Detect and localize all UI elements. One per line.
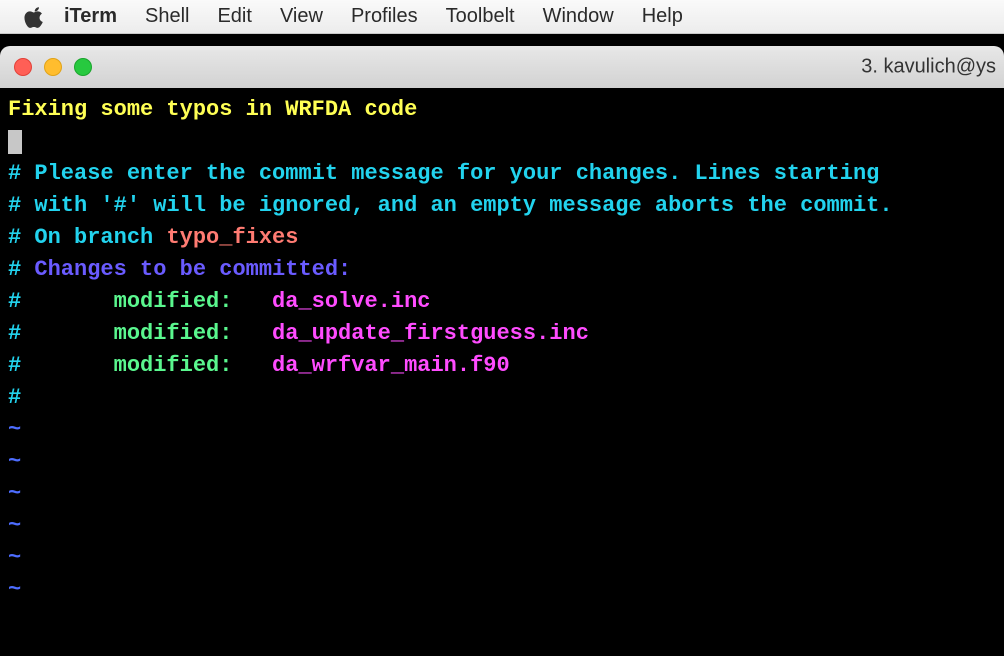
terminal-window: 3. kavulich@ys Fixing some typos in WRFD…	[0, 46, 1004, 656]
minimize-icon[interactable]	[44, 58, 62, 76]
menu-shell[interactable]: Shell	[145, 5, 189, 28]
macos-menubar: iTerm Shell Edit View Profiles Toolbelt …	[0, 0, 1004, 34]
comment-hash: #	[8, 321, 21, 346]
comment-line: # with '#' will be ignored, and an empty…	[8, 190, 996, 222]
menu-profiles[interactable]: Profiles	[351, 5, 418, 28]
modified-label: modified:	[21, 289, 272, 314]
window-titlebar[interactable]: 3. kavulich@ys	[0, 46, 1004, 88]
modified-file: da_wrfvar_main.f90	[272, 353, 510, 378]
modified-label: modified:	[21, 321, 272, 346]
comment-hash: #	[8, 257, 34, 282]
vim-tilde: ~	[8, 446, 996, 478]
vim-tilde: ~	[8, 542, 996, 574]
modified-file: da_update_firstguess.inc	[272, 321, 589, 346]
modified-label: modified:	[21, 353, 272, 378]
window-title: 3. kavulich@ys	[861, 56, 996, 79]
traffic-lights	[14, 58, 92, 76]
terminal-content[interactable]: Fixing some typos in WRFDA code # Please…	[0, 88, 1004, 656]
cursor	[8, 130, 22, 154]
menu-edit[interactable]: Edit	[217, 5, 251, 28]
comment-hash: #	[8, 353, 21, 378]
branch-name: typo_fixes	[166, 225, 298, 250]
commit-title: Fixing some typos in WRFDA code	[8, 97, 417, 122]
menu-toolbelt[interactable]: Toolbelt	[446, 5, 515, 28]
comment-hash: #	[8, 382, 996, 414]
menu-help[interactable]: Help	[642, 5, 683, 28]
zoom-icon[interactable]	[74, 58, 92, 76]
apple-icon[interactable]	[24, 6, 46, 28]
vim-tilde: ~	[8, 574, 996, 606]
changes-header: Changes to be committed:	[34, 257, 351, 282]
vim-tilde: ~	[8, 414, 996, 446]
comment-line: # On branch	[8, 225, 166, 250]
comment-hash: #	[8, 289, 21, 314]
close-icon[interactable]	[14, 58, 32, 76]
menu-view[interactable]: View	[280, 5, 323, 28]
menu-iterm[interactable]: iTerm	[64, 5, 117, 28]
vim-tilde: ~	[8, 510, 996, 542]
comment-line: # Please enter the commit message for yo…	[8, 158, 996, 190]
menu-window[interactable]: Window	[543, 5, 614, 28]
modified-file: da_solve.inc	[272, 289, 430, 314]
vim-tilde: ~	[8, 478, 996, 510]
